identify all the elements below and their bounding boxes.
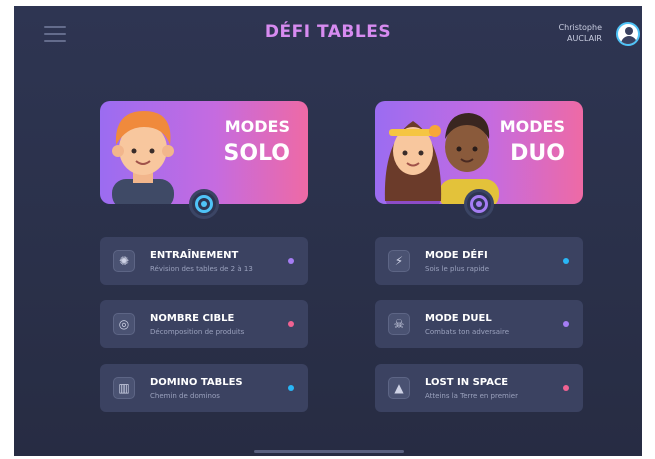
app-screen: DÉFI TABLES Christophe AUCLAIR MODES SOL… (14, 6, 642, 456)
item-title: NOMBRE CIBLE (150, 313, 235, 324)
solo-kid-illustration (112, 111, 174, 204)
status-dot (288, 321, 294, 327)
menu-item-entrainement[interactable]: ✺ ENTRAÎNEMENT Révision des tables de 2 … (100, 237, 308, 285)
menu-item-mode-duel[interactable]: ☠ MODE DUEL Combats ton adversaire (375, 300, 583, 348)
menu-item-domino-tables[interactable]: ▥ DOMINO TABLES Chemin de dominos (100, 364, 308, 412)
item-title: MODE DUEL (425, 313, 492, 324)
item-subtitle: Atteins la Terre en premier (425, 392, 518, 400)
target-icon: ◎ (113, 313, 135, 335)
item-title: DOMINO TABLES (150, 377, 243, 388)
user-avatar-icon[interactable] (616, 22, 640, 46)
status-dot (288, 385, 294, 391)
user-first-name: Christophe (558, 23, 602, 32)
menu-item-lost-in-space[interactable]: ▲ LOST IN SPACE Atteins la Terre en prem… (375, 364, 583, 412)
duo-badge-icon (464, 189, 494, 219)
status-dot (563, 321, 569, 327)
user-last-name: AUCLAIR (567, 34, 602, 43)
item-subtitle: Sois le plus rapide (425, 265, 490, 273)
user-name[interactable]: Christophe AUCLAIR (559, 22, 602, 44)
solo-badge-icon (189, 189, 219, 219)
item-title: LOST IN SPACE (425, 377, 509, 388)
status-dot (288, 258, 294, 264)
status-dot (563, 385, 569, 391)
item-title: MODE DÉFI (425, 250, 488, 261)
item-subtitle: Révision des tables de 2 à 13 (150, 265, 253, 273)
duo-kids-illustration (384, 113, 499, 204)
lightbulb-icon: ✺ (113, 250, 135, 272)
domino-icon: ▥ (113, 377, 135, 399)
lightning-icon: ⚡ (388, 250, 410, 272)
menu-item-mode-defi[interactable]: ⚡ MODE DÉFI Sois le plus rapide (375, 237, 583, 285)
rocket-icon: ▲ (388, 377, 410, 399)
home-indicator[interactable] (254, 450, 404, 453)
menu-item-nombre-cible[interactable]: ◎ NOMBRE CIBLE Décomposition de produits (100, 300, 308, 348)
skull-icon: ☠ (388, 313, 410, 335)
status-dot (563, 258, 569, 264)
solo-title-line1: MODES (224, 117, 290, 136)
app-title: DÉFI TABLES (264, 22, 392, 42)
solo-title-line2: SOLO (223, 141, 290, 166)
item-subtitle: Décomposition de produits (150, 328, 245, 336)
duo-title-line2: DUO (510, 141, 565, 166)
duo-title-line1: MODES (499, 117, 565, 136)
item-subtitle: Combats ton adversaire (425, 328, 509, 336)
item-title: ENTRAÎNEMENT (150, 250, 239, 261)
item-subtitle: Chemin de dominos (150, 392, 220, 400)
